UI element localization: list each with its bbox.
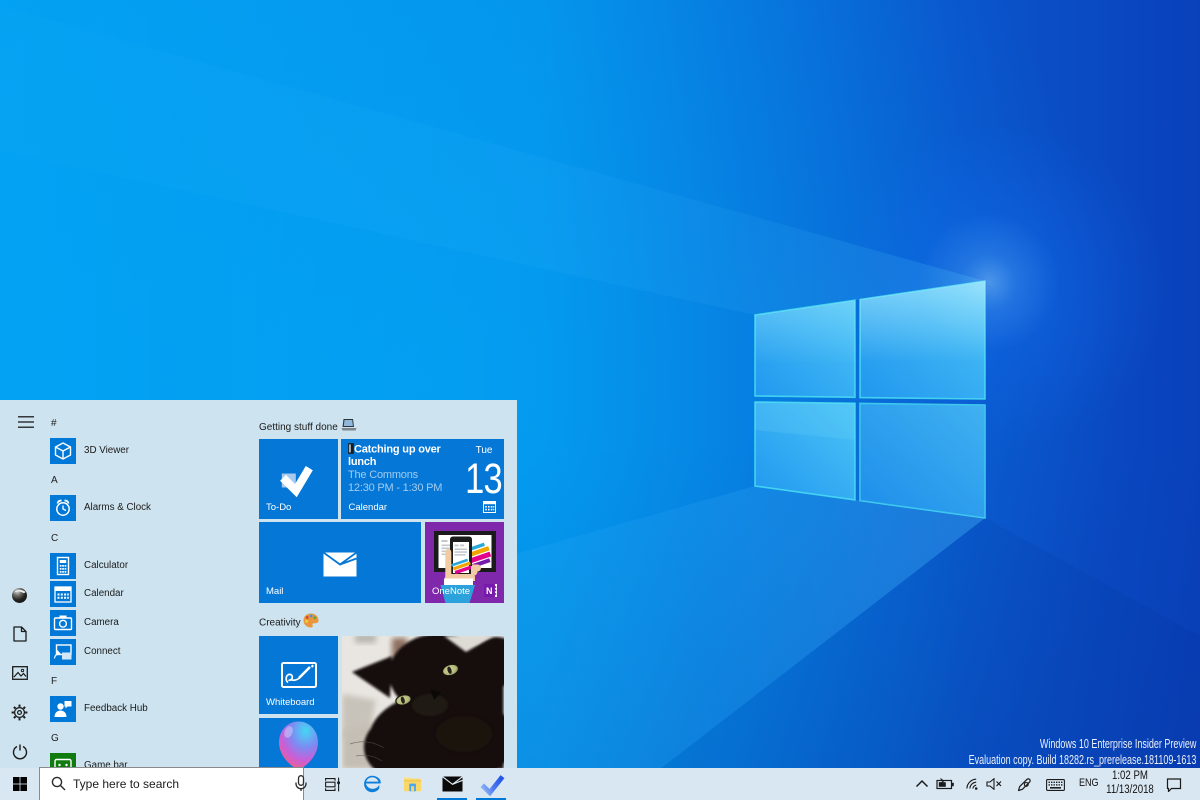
svg-text:N: N — [486, 586, 493, 596]
